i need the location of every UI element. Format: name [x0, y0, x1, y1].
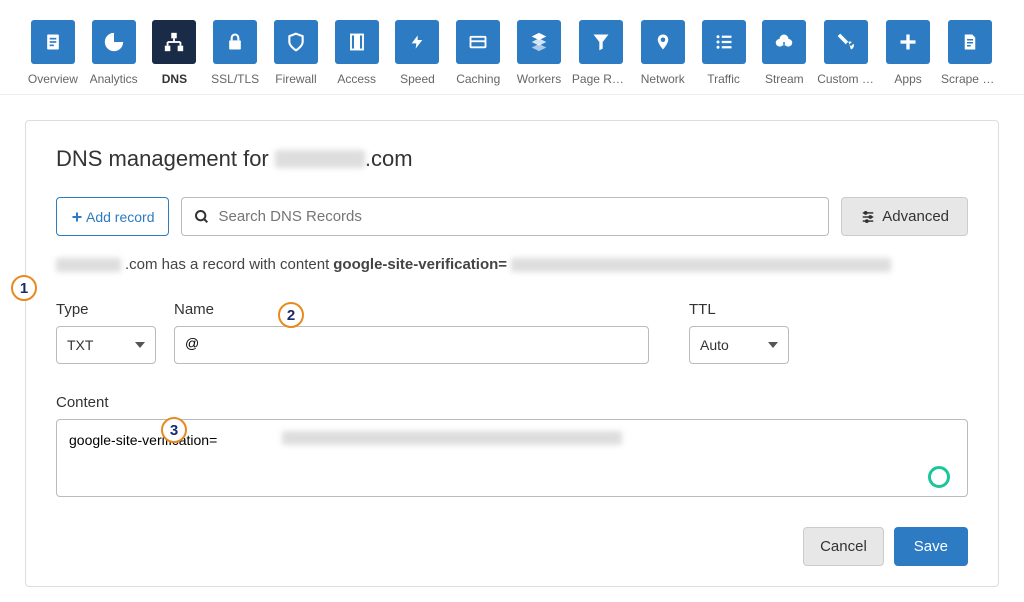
nav-tab-scrape[interactable]: Scrape S... [941, 20, 999, 86]
annotation-badge-3: 3 [161, 417, 187, 443]
nav-tab-workers[interactable]: Workers [511, 20, 567, 86]
nav-tab-label: Workers [517, 72, 561, 86]
add-record-label: Add record [86, 209, 154, 225]
card-icon [456, 20, 500, 64]
info-text: .com has a record with content [125, 256, 329, 273]
nav-tab-custom[interactable]: Custom P... [817, 20, 875, 86]
nav-tab-speed[interactable]: Speed [390, 20, 446, 86]
nav-tab-label: Custom P... [817, 72, 875, 86]
nav-tab-label: SSL/TLS [211, 72, 259, 86]
nav-tab-overview[interactable]: Overview [25, 20, 81, 86]
nav-tab-label: Analytics [90, 72, 138, 86]
nav-tab-label: Page Rules [572, 72, 630, 86]
panel-title: DNS management for .com [56, 146, 968, 172]
name-input[interactable] [174, 326, 649, 364]
ttl-value: Auto [700, 337, 729, 353]
nav-tab-label: Network [641, 72, 685, 86]
content-textarea[interactable] [56, 419, 968, 497]
redacted-verification [511, 258, 891, 272]
record-form-row: Type TXT Name TTL Auto [56, 301, 968, 364]
nav-tab-analytics[interactable]: Analytics [86, 20, 142, 86]
doc-icon [948, 20, 992, 64]
nav-tab-caching[interactable]: Caching [450, 20, 506, 86]
wrench-icon [824, 20, 868, 64]
funnel-icon [579, 20, 623, 64]
nav-tab-apps[interactable]: Apps [880, 20, 936, 86]
redacted-domain [275, 150, 365, 168]
shield-check-icon [274, 20, 318, 64]
nav-tab-label: Speed [400, 72, 435, 86]
nav-tab-label: Overview [28, 72, 78, 86]
nav-tab-label: Scrape S... [941, 72, 999, 86]
chevron-down-icon [135, 342, 145, 348]
nav-tab-label: Access [337, 72, 376, 86]
list-icon [702, 20, 746, 64]
annotation-badge-1: 1 [11, 275, 37, 301]
search-icon [194, 209, 210, 225]
stack-icon [517, 20, 561, 64]
nav-tab-label: Stream [765, 72, 804, 86]
dns-panel: DNS management for .com Add record Advan… [25, 120, 999, 587]
annotation-badge-2: 2 [278, 302, 304, 328]
nav-tab-network[interactable]: Network [635, 20, 691, 86]
nav-tab-pagerules[interactable]: Page Rules [572, 20, 630, 86]
pie-icon [92, 20, 136, 64]
nav-tab-ssl[interactable]: SSL/TLS [207, 20, 263, 86]
advanced-label: Advanced [882, 208, 949, 225]
hierarchy-icon [152, 20, 196, 64]
name-label: Name [174, 301, 649, 318]
door-icon [335, 20, 379, 64]
grammarly-icon [928, 466, 950, 488]
ttl-label: TTL [689, 301, 789, 318]
search-input[interactable] [218, 198, 816, 235]
lock-icon [213, 20, 257, 64]
plus-icon [886, 20, 930, 64]
nav-tab-label: Firewall [275, 72, 316, 86]
clipboard-icon [31, 20, 75, 64]
nav-tabs: Overview Analytics DNS SSL/TLS Firewall … [0, 0, 1024, 95]
nav-tab-access[interactable]: Access [329, 20, 385, 86]
chevron-down-icon [768, 342, 778, 348]
cancel-button[interactable]: Cancel [803, 527, 884, 566]
nav-tab-dns[interactable]: DNS [147, 20, 203, 86]
ttl-select[interactable]: Auto [689, 326, 789, 364]
bolt-icon [395, 20, 439, 64]
pin-icon [641, 20, 685, 64]
type-select[interactable]: TXT [56, 326, 156, 364]
type-value: TXT [67, 337, 93, 353]
nav-tab-firewall[interactable]: Firewall [268, 20, 324, 86]
add-record-button[interactable]: Add record [56, 197, 169, 236]
nav-tab-traffic[interactable]: Traffic [696, 20, 752, 86]
type-label: Type [56, 301, 156, 318]
nav-tab-label: DNS [162, 72, 187, 86]
info-line: .com has a record with content google-si… [56, 256, 968, 273]
title-prefix: DNS management for [56, 146, 275, 171]
title-suffix: .com [365, 146, 413, 171]
search-wrapper [181, 197, 829, 236]
advanced-button[interactable]: Advanced [841, 197, 968, 236]
nav-tab-label: Apps [894, 72, 921, 86]
cloud-icon [762, 20, 806, 64]
nav-tab-stream[interactable]: Stream [756, 20, 812, 86]
save-button[interactable]: Save [894, 527, 968, 566]
plus-small-icon [71, 211, 83, 223]
nav-tab-label: Traffic [707, 72, 740, 86]
redacted-domain-sm [56, 258, 121, 272]
info-bold: google-site-verification= [333, 256, 507, 273]
content-label: Content [56, 394, 968, 411]
nav-tab-label: Caching [456, 72, 500, 86]
sliders-icon [860, 210, 876, 224]
